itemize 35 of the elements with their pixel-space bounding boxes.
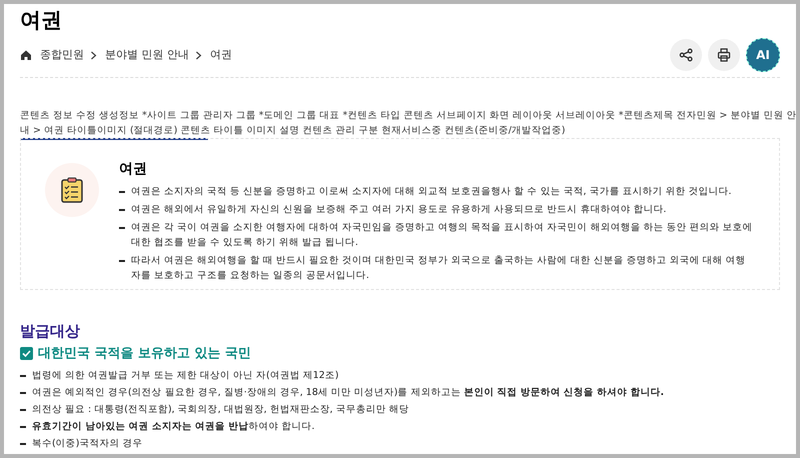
- page-title: 여권: [20, 7, 62, 31]
- bullet-dash: [20, 443, 26, 445]
- checkbox-icon: [20, 347, 33, 360]
- section-subtitle: 대한민국 국적을 보유하고 있는 국민: [38, 344, 252, 363]
- section-title: 발급대상: [20, 322, 81, 341]
- card-title: 여권: [119, 160, 148, 179]
- bullet-dash: [119, 227, 125, 228]
- bullet-dash: [119, 209, 125, 210]
- list-item-text: 복수(이중)국적자의 경우: [32, 437, 142, 452]
- home-icon[interactable]: [20, 49, 32, 61]
- card-list-item: 따라서 여권은 해외여행을 할 때 반드시 필요한 것이며 대한민국 정부가 외국으로 출국하는 사람에 대한 신분을 증명하고 외국에 대해 여행자를 보호하고 구조를 요청하는 일종의 공문서입니다.: [131, 254, 746, 283]
- list-item-text: 법령에 의한 여권발급 거부 또는 제한 대상이 아닌 자(여권법 제12조): [32, 369, 339, 384]
- chevron-icon: [90, 50, 97, 60]
- breadcrumb-link[interactable]: 분야별 민원 안내: [105, 46, 189, 64]
- card-list-item: 여권은 해외에서 유일하게 자신의 신원을 보증해 주고 여러 가지 용도로 유용하게 사용되므로 반드시 휴대하여야 합니다.: [131, 203, 666, 217]
- list-item-text: 의전상 필요 : 대통령(전직포함), 국회의장, 대법원장, 헌법재판소장, 국무총리만 해당: [32, 403, 409, 418]
- print-icon: [717, 48, 731, 62]
- list-item-text: 유효기간이 남아있는 여권 소지자는 여권을 반납하여야 합니다.: [32, 420, 315, 434]
- share-icon: [679, 48, 693, 62]
- bullet-dash: [20, 375, 26, 377]
- bullet-dash: [20, 409, 26, 411]
- content-info-text: 콘텐츠 정보 수정 생성정보 *사이트 그룹 관리자 그룹 *도메인 그룹 대표 *컨텐츠 타입 콘텐츠 서브페이지 화면 레이아웃 서브레이아웃 *콘텐츠제목 전자민원 > 분야별 민원 안내 > 여권 타이틀이미지 (절대경로) 콘텐츠 타이틀 이미지 설명 컨텐츠 관리 구분 현재서비스중 컨텐츠(준비중/개발작업중): [20, 109, 796, 138]
- bullet-dash: [119, 260, 125, 262]
- print-button[interactable]: [708, 39, 740, 71]
- card-list-item: 여권은 소지자의 국적 등 신분을 증명하고 이로써 소지자에 대해 외교적 보호권을행사 할 수 있는 국적, 국가를 표시하기 위한 것입니다.: [131, 185, 732, 199]
- breadcrumb-link[interactable]: 여권: [210, 46, 232, 64]
- chevron-icon: [195, 50, 202, 60]
- breadcrumb-link[interactable]: 종합민원: [40, 46, 84, 64]
- ai-button[interactable]: AI: [746, 38, 780, 72]
- list-item-text: 여권은 예외적인 경우(의전상 필요한 경우, 질병·장애의 경우, 18세 미만 미성년자)를 제외하고는 본인이 직접 방문하여 신청을 하셔야 합니다.: [32, 386, 664, 400]
- share-button[interactable]: [670, 39, 702, 71]
- bullet-dash: [119, 191, 125, 192]
- card-list-item: 여권은 각 국이 여권을 소지한 여행자에 대하여 자국민임을 증명하고 여행의 목적을 표시하여 자국민이 해외여행을 하는 동안 편의와 보호에 대한 협조를 받을 수 있도록 하기 위해 발급 됩니다.: [131, 221, 754, 250]
- bullet-dash: [20, 426, 26, 428]
- bullet-dash: [20, 392, 26, 394]
